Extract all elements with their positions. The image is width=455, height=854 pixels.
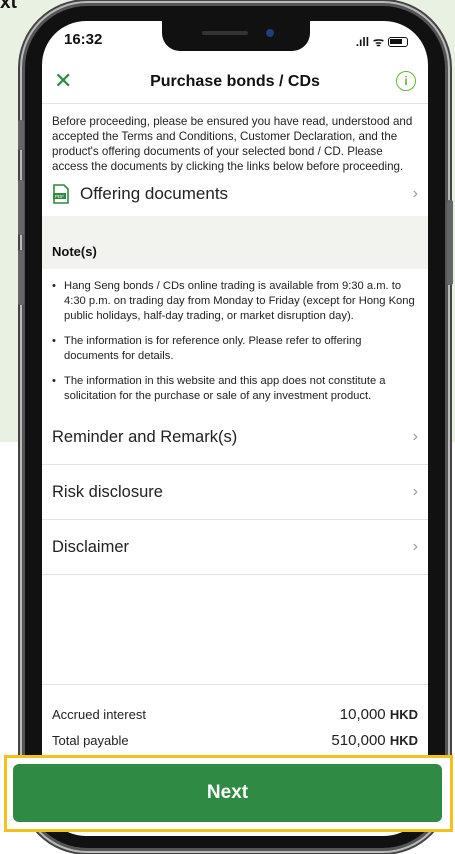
offering-documents-label: Offering documents xyxy=(80,184,229,203)
intro-text: Before proceeding, please be ensured you… xyxy=(52,115,413,173)
total-payable-label: Total payable xyxy=(52,732,129,748)
chevron-right-icon: › xyxy=(412,185,418,202)
note-text: The information is for reference only. P… xyxy=(64,335,362,362)
battery-icon xyxy=(388,36,408,47)
link-label: Disclaimer xyxy=(52,537,130,556)
svg-text:PDF: PDF xyxy=(55,194,64,199)
next-button[interactable]: Next xyxy=(13,764,442,822)
main-content: Before proceeding, please be ensured you… xyxy=(42,104,428,575)
payment-summary: Accrued interest 10,000 HKD Total payabl… xyxy=(42,684,428,753)
pdf-document-icon: PDF xyxy=(53,184,69,204)
bullet: • xyxy=(52,375,56,387)
risk-disclosure-link[interactable]: Risk disclosure › xyxy=(42,465,428,520)
bullet: • xyxy=(52,335,56,347)
section-spacer xyxy=(42,216,428,230)
chevron-right-icon: › xyxy=(412,428,418,445)
info-icon[interactable]: i xyxy=(396,71,416,91)
currency: HKD xyxy=(389,706,418,722)
note-text: The information in this website and this… xyxy=(64,375,386,402)
bullet: • xyxy=(52,280,56,292)
accrued-interest-label: Accrued interest xyxy=(52,706,146,722)
phone-screen: 16:32 .ıll ᯤ ✕ Purchase bonds / CDs i Be… xyxy=(42,21,428,836)
status-icons: .ıll ᯤ xyxy=(356,33,408,50)
phone-side-button xyxy=(18,180,24,235)
chevron-right-icon: › xyxy=(412,483,418,500)
note-text: Hang Seng bonds / CDs online trading is … xyxy=(64,280,415,322)
note-item: • The information in this website and th… xyxy=(42,374,428,404)
amount: 10,000 xyxy=(339,705,386,723)
corner-label: xt xyxy=(0,0,17,13)
phone-side-button xyxy=(18,250,24,305)
total-payable-value: 510,000 HKD xyxy=(331,732,418,749)
status-bar: 16:32 .ıll ᯤ xyxy=(42,21,428,61)
status-time: 16:32 xyxy=(64,31,103,48)
note-item: • Hang Seng bonds / CDs online trading i… xyxy=(42,279,428,324)
chevron-right-icon: › xyxy=(412,538,418,555)
reminder-remarks-link[interactable]: Reminder and Remark(s) › xyxy=(42,410,428,465)
accrued-interest-value: 10,000 HKD xyxy=(340,706,418,723)
signal-icon: .ıll xyxy=(355,34,370,49)
app-header: ✕ Purchase bonds / CDs i xyxy=(42,63,428,104)
accrued-interest-row: Accrued interest 10,000 HKD xyxy=(42,701,428,727)
link-label: Risk disclosure xyxy=(52,482,163,501)
amount: 510,000 xyxy=(331,731,386,749)
disclaimer-link[interactable]: Disclaimer › xyxy=(42,520,428,575)
total-payable-row: Total payable 510,000 HKD xyxy=(42,727,428,753)
notes-title: Note(s) xyxy=(42,230,428,269)
wifi-icon: ᯤ xyxy=(373,35,384,49)
page-title: Purchase bonds / CDs xyxy=(150,73,320,90)
phone-side-button xyxy=(18,120,24,150)
currency: HKD xyxy=(389,732,418,748)
note-item: • The information is for reference only.… xyxy=(42,334,428,364)
phone-side-button xyxy=(447,200,453,285)
link-label: Reminder and Remark(s) xyxy=(52,427,238,446)
offering-documents-link[interactable]: PDF Offering documents › xyxy=(42,174,428,214)
